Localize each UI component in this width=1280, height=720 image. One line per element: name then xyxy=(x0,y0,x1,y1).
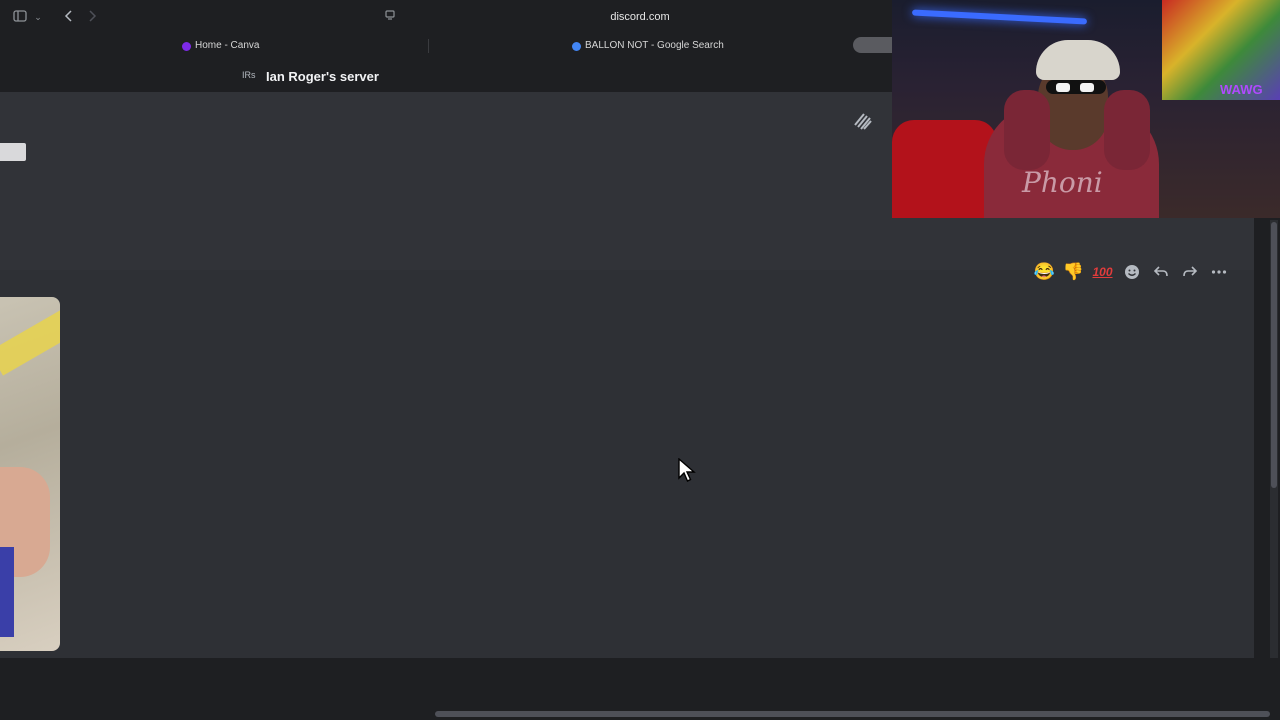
site-settings-icon[interactable] xyxy=(382,9,398,25)
hoodie-text: Phoni xyxy=(1022,166,1103,199)
image-attachment[interactable] xyxy=(0,297,60,651)
tab-google-search[interactable]: BALLON NOT - Google Search xyxy=(572,37,724,55)
streamer-figure: Phoni xyxy=(984,40,1159,218)
message-action-bar: 😂 👎 100 xyxy=(1028,258,1246,286)
google-favicon-icon xyxy=(572,41,581,51)
thumbs-down-reaction-button[interactable]: 👎 xyxy=(1061,260,1086,284)
hundred-emoji-label: 100 xyxy=(1092,265,1113,279)
new-messages-tag[interactable] xyxy=(0,143,26,161)
active-tab-pill[interactable] xyxy=(853,37,892,53)
joy-emoji-reaction-button[interactable]: 😂 xyxy=(1032,260,1057,284)
tape-shape xyxy=(0,306,60,376)
wall-art-text: WAWG xyxy=(1220,82,1263,97)
canva-favicon-icon xyxy=(182,41,191,51)
tab-label: Home - Canva xyxy=(195,40,260,51)
horizontal-scrollbar-thumb[interactable] xyxy=(435,711,1270,717)
webcam-overlay: WAWG Phoni xyxy=(892,0,1280,218)
sidebar-toggle-icon[interactable] xyxy=(12,9,28,25)
channel-header xyxy=(0,92,892,143)
server-header xyxy=(0,60,892,92)
arm-shape xyxy=(1104,90,1150,170)
mouse-cursor-icon xyxy=(678,458,696,482)
chevron-down-icon[interactable]: ⌄ xyxy=(30,9,46,25)
cap-shape xyxy=(1036,40,1120,80)
forward-icon[interactable] xyxy=(84,9,100,25)
more-options-icon[interactable] xyxy=(1206,260,1231,284)
message-hover-highlight xyxy=(0,270,1254,658)
neon-light-shape xyxy=(911,9,1088,25)
bottle-shape xyxy=(0,547,14,637)
server-name[interactable]: Ian Roger's server xyxy=(266,69,379,84)
glasses-shape xyxy=(1046,80,1106,94)
lens-shape xyxy=(1080,83,1094,92)
server-icon[interactable]: IRs xyxy=(242,70,256,80)
hundred-reaction-button[interactable]: 100 xyxy=(1090,260,1115,284)
lens-shape xyxy=(1056,83,1070,92)
forward-message-icon[interactable] xyxy=(1177,260,1202,284)
tab-strip: Home - Canva BALLON NOT - Google Search xyxy=(0,34,892,56)
arm-shape xyxy=(1004,90,1050,170)
tab-canva[interactable]: Home - Canva xyxy=(182,37,259,55)
vertical-scrollbar-thumb[interactable] xyxy=(1271,222,1277,488)
tab-label: BALLON NOT - Google Search xyxy=(585,40,724,51)
back-icon[interactable] xyxy=(61,9,77,25)
tab-divider xyxy=(428,39,429,53)
reply-icon[interactable] xyxy=(1148,260,1173,284)
add-reaction-icon[interactable] xyxy=(1119,260,1144,284)
red-chair-shape xyxy=(892,120,997,218)
members-list-icon[interactable] xyxy=(852,109,872,130)
address-bar[interactable]: discord.com xyxy=(560,11,720,23)
